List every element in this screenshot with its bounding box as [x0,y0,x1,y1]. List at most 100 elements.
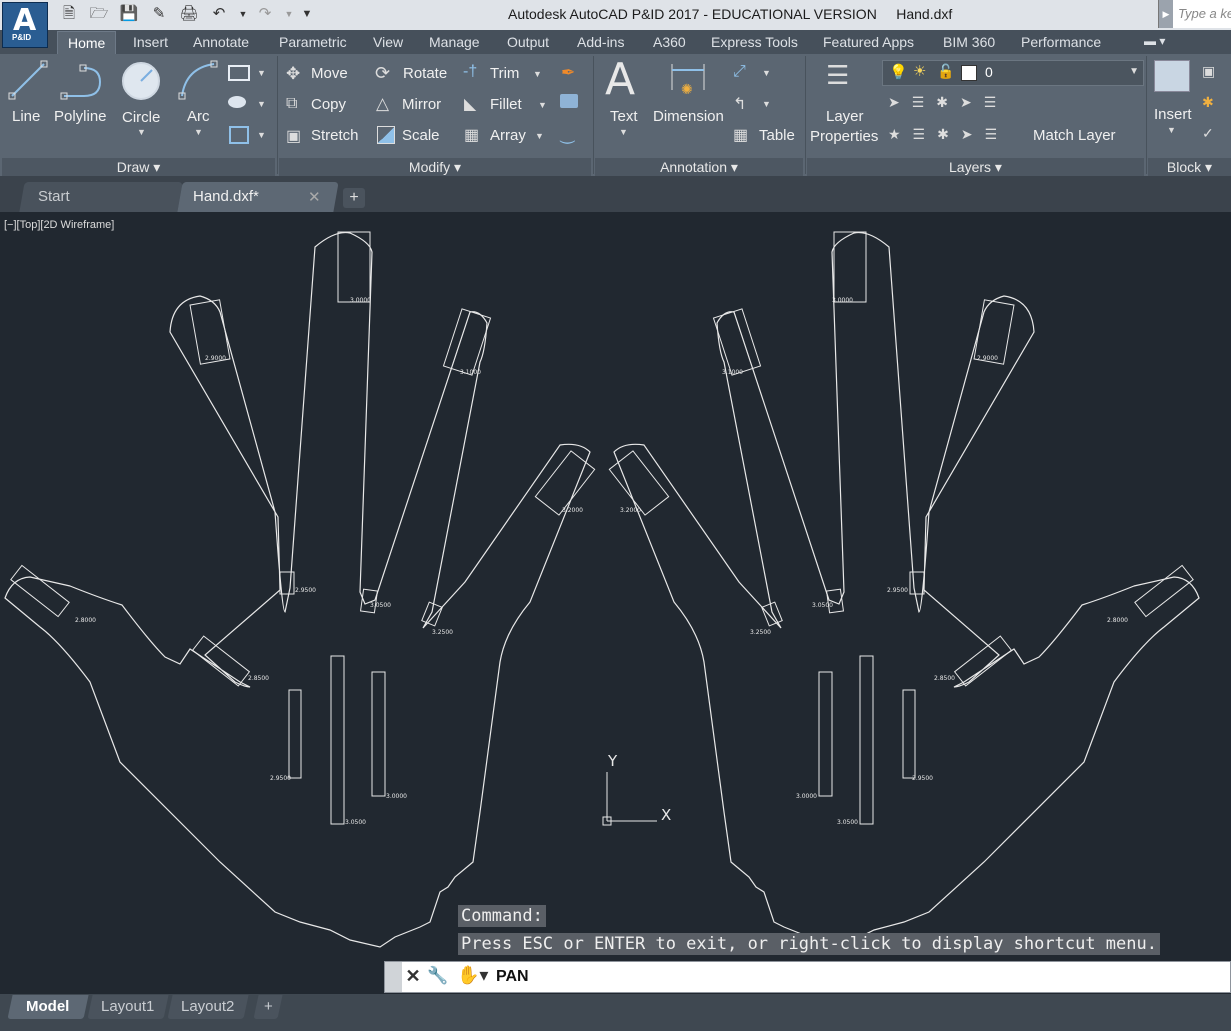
tab-model-label: Model [26,998,70,1015]
hatch-dropdown-icon[interactable]: ▼ [257,99,266,109]
undo-icon[interactable]: ↶ [208,4,230,24]
pan-hand-icon[interactable]: ✋▾ [457,965,488,986]
search-expand-icon[interactable]: ▶ [1159,0,1173,28]
fillet-dropdown-icon[interactable]: ▼ [538,100,547,110]
tab-home[interactable]: Home [57,31,117,54]
application-menu-button[interactable]: A P&ID [2,2,48,48]
open-file-icon[interactable]: 🗁 [88,4,110,24]
tab-express-tools[interactable]: Express Tools [711,34,798,50]
scale-button[interactable]: Scale [402,127,440,144]
arc-dropdown-icon[interactable]: ▼ [194,127,203,137]
text-button[interactable]: Text [610,108,638,125]
leader-dropdown-icon[interactable]: ▼ [762,68,771,78]
command-input[interactable]: PAN [496,968,529,986]
trim-dropdown-icon[interactable]: ▼ [533,69,542,79]
tab-add-ins[interactable]: Add-ins [577,34,624,50]
annotation-panel-title[interactable]: Annotation ▾ [595,158,803,176]
tab-model[interactable]: Model [7,995,89,1019]
layers-panel-title[interactable]: Layers ▾ [807,158,1144,176]
tab-output[interactable]: Output [507,34,549,50]
ribbon-options-icon[interactable]: ▬ ▾ [1144,34,1165,48]
layer-lock-icon[interactable]: 🔓 [937,63,954,80]
block-panel-title[interactable]: Block ▾ [1148,158,1231,176]
rectangle-dropdown-icon[interactable]: ▼ [257,68,266,78]
new-file-icon[interactable]: 🗎 [58,4,80,24]
draw-panel-title[interactable]: Draw ▾ [2,158,275,176]
layer-tools-row-2-icon[interactable]: ★☰✱➤☰ [888,126,1009,143]
copy-button[interactable]: Copy [311,96,346,113]
explode-icon[interactable] [560,94,578,108]
customize-qat-icon[interactable]: ▼ [296,4,318,24]
save-as-icon[interactable]: ✎ [148,4,170,24]
tab-performance[interactable]: Performance [1021,34,1101,50]
command-line-grip[interactable] [385,962,402,992]
tab-featured-apps[interactable]: Featured Apps [823,34,914,50]
fillet-button[interactable]: Fillet [490,96,522,113]
layer-color-swatch[interactable] [961,65,977,81]
multileader-dropdown-icon[interactable]: ▼ [762,99,771,109]
tab-parametric[interactable]: Parametric [279,34,347,50]
hatch-icon[interactable] [228,96,246,108]
tab-layout2[interactable]: Layout2 [167,995,249,1019]
match-layer-button[interactable]: Match Layer [1033,127,1116,144]
command-line[interactable]: ✕ 🔧 ✋▾ PAN [384,961,1231,993]
rectangle-icon[interactable] [228,65,250,81]
insert-dropdown-icon[interactable]: ▼ [1167,125,1176,135]
right-dimension-label: 3.1000 [722,369,743,376]
tab-a360[interactable]: A360 [653,34,686,50]
layer-properties-label-1[interactable]: Layer [826,108,864,125]
plot-icon[interactable]: 🖨 [178,4,200,24]
drawing-canvas[interactable]: [−][Top][2D Wireframe] 3.0000 2.9000 3.100… [0,212,1231,994]
search-input[interactable]: ▶ Type a ke [1158,0,1231,28]
add-layout-button[interactable]: + [253,995,283,1019]
redo-icon[interactable]: ↷ [254,4,276,24]
tab-bim-360[interactable]: BIM 360 [943,34,995,50]
mirror-button[interactable]: Mirror [402,96,441,113]
line-button[interactable]: Line [12,108,40,125]
layer-dropdown-arrow-icon[interactable]: ▼ [1129,66,1139,77]
layer-tools-row-1-icon[interactable]: ➤☰✱➤☰ [888,94,1008,111]
tab-manage[interactable]: Manage [429,34,480,50]
boundary-icon[interactable] [229,126,249,144]
right-dimension-label: 3.0500 [837,819,858,826]
erase-icon[interactable]: ✒ [561,63,575,83]
multileader-icon[interactable]: ↰ [733,94,746,114]
close-tab-icon[interactable]: ✕ [308,188,321,206]
move-button[interactable]: Move [311,65,348,82]
arc-button[interactable]: Arc [187,108,210,125]
modify-panel-title[interactable]: Modify ▾ [279,158,591,176]
boundary-dropdown-icon[interactable]: ▼ [257,130,266,140]
circle-dropdown-icon[interactable]: ▼ [137,127,146,137]
offset-icon[interactable]: ⏝ [560,126,575,144]
trim-button[interactable]: Trim [490,65,519,82]
layer-dropdown[interactable]: 💡 ☀ 🔓 0 ▼ [882,60,1144,86]
leader-icon[interactable]: ⤢ [733,63,746,81]
save-icon[interactable]: 💾 [118,4,140,24]
tab-layout1[interactable]: Layout1 [87,995,169,1019]
customize-command-icon[interactable]: 🔧 [427,966,448,986]
right-dimension-label: 3.0000 [796,793,817,800]
tab-annotate[interactable]: Annotate [193,34,249,50]
array-button[interactable]: Array [490,127,526,144]
polyline-button[interactable]: Polyline [54,108,107,125]
undo-dropdown-icon[interactable]: ▼ [232,4,254,24]
edit-attributes-icon[interactable]: ✓ [1202,125,1214,142]
layer-properties-label-2[interactable]: Properties [810,128,878,145]
create-block-icon[interactable]: ▣ [1202,63,1215,80]
table-button[interactable]: Table [759,127,795,144]
tab-view[interactable]: View [373,34,403,50]
stretch-button[interactable]: Stretch [311,127,359,144]
edit-block-icon[interactable]: ✱ [1202,94,1214,111]
text-dropdown-icon[interactable]: ▼ [619,127,628,137]
dimension-button[interactable]: Dimension [653,108,724,125]
panel-divider [277,56,278,174]
layer-on-icon[interactable]: 💡 [889,63,908,81]
rotate-button[interactable]: Rotate [403,65,447,82]
close-command-icon[interactable]: ✕ [403,966,423,987]
tab-insert[interactable]: Insert [133,34,168,50]
array-dropdown-icon[interactable]: ▼ [535,131,544,141]
circle-button[interactable]: Circle [122,109,160,126]
new-tab-button[interactable]: + [343,188,365,208]
insert-button[interactable]: Insert [1154,106,1192,123]
layer-freeze-icon[interactable]: ☀ [913,62,926,80]
